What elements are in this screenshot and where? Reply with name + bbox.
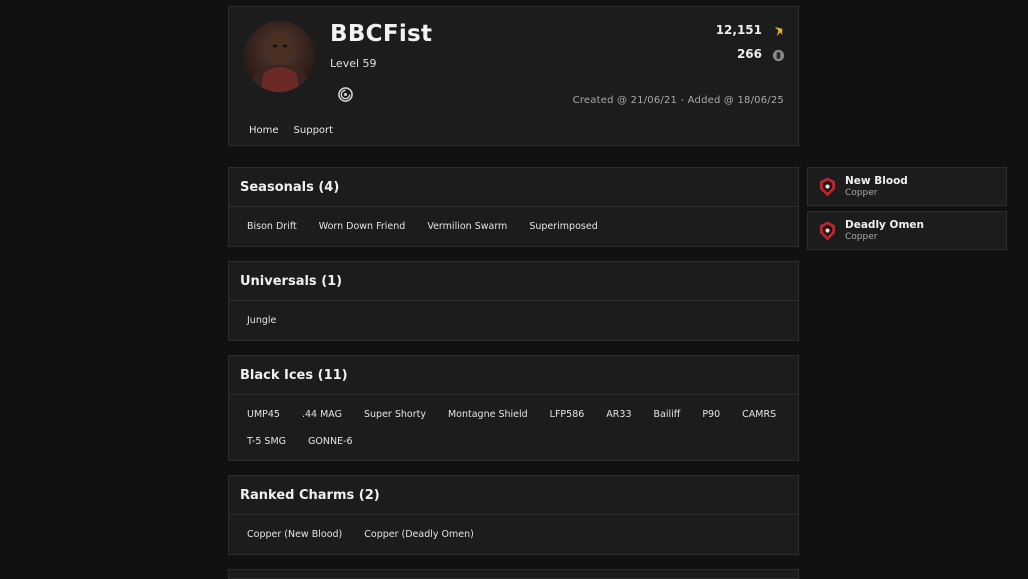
skin-item[interactable]: T-5 SMG: [236, 428, 297, 455]
skin-item[interactable]: GONNE-6: [297, 428, 364, 455]
profile-card: BBCFist Level 59 12,151 266 Created @ 21…: [228, 6, 799, 146]
player-level: Level 59: [330, 57, 377, 70]
skin-item[interactable]: Montagne Shield: [437, 401, 539, 428]
skin-item[interactable]: Jungle: [236, 307, 287, 334]
rank-card-deadly-omen[interactable]: Deadly Omen Copper: [807, 211, 1007, 250]
universals-section: Universals (1) Jungle: [228, 261, 799, 341]
nav-support-link[interactable]: Support: [294, 125, 334, 136]
skin-item[interactable]: Bailiff: [643, 401, 692, 428]
skin-item[interactable]: Bison Drift: [236, 213, 308, 240]
skin-item[interactable]: Vermilion Swarm: [416, 213, 518, 240]
skin-item[interactable]: UMP45: [236, 401, 291, 428]
seasonals-section: Seasonals (4) Bison Drift Worn Down Frie…: [228, 167, 799, 247]
rank-card-new-blood[interactable]: New Blood Copper: [807, 167, 1007, 206]
next-section: [228, 569, 799, 579]
section-title: Universals (1): [229, 262, 798, 301]
copper-rank-icon: [819, 177, 836, 197]
section-title: Black Ices (11): [229, 356, 798, 395]
skin-item[interactable]: Super Shorty: [353, 401, 437, 428]
skin-item[interactable]: CAMRS: [731, 401, 787, 428]
rank-season-name: Deadly Omen: [845, 219, 925, 231]
ubisoft-icon[interactable]: [338, 87, 353, 102]
renown-icon: [774, 26, 783, 37]
username: BBCFist: [330, 21, 433, 47]
skin-item[interactable]: AR33: [595, 401, 642, 428]
skin-item[interactable]: Superimposed: [518, 213, 608, 240]
charm-item[interactable]: Copper (New Blood): [236, 521, 353, 548]
black-ices-section: Black Ices (11) UMP45 .44 MAG Super Shor…: [228, 355, 799, 461]
created-added-dates: Created @ 21/06/21 - Added @ 18/06/25: [572, 95, 784, 106]
ranked-charms-section: Ranked Charms (2) Copper (New Blood) Cop…: [228, 475, 799, 555]
skin-item[interactable]: .44 MAG: [291, 401, 353, 428]
section-title: Ranked Charms (2): [229, 476, 798, 515]
rank-tier: Copper: [845, 232, 878, 242]
profile-nav: Home Support: [249, 125, 333, 136]
credits-value: 266: [736, 47, 762, 61]
r6-credits-icon: [772, 49, 785, 62]
rank-season-name: New Blood: [845, 175, 908, 187]
skin-item[interactable]: LFP586: [539, 401, 596, 428]
avatar: [244, 21, 315, 92]
avatar-image: [244, 21, 315, 92]
skin-item[interactable]: P90: [691, 401, 731, 428]
copper-rank-icon: [819, 221, 836, 241]
section-title: Seasonals (4): [229, 168, 798, 207]
rank-tier: Copper: [845, 188, 878, 198]
nav-home-link[interactable]: Home: [249, 125, 279, 136]
charm-item[interactable]: Copper (Deadly Omen): [353, 521, 485, 548]
skin-item[interactable]: Worn Down Friend: [308, 213, 417, 240]
renown-value: 12,151: [715, 23, 762, 37]
